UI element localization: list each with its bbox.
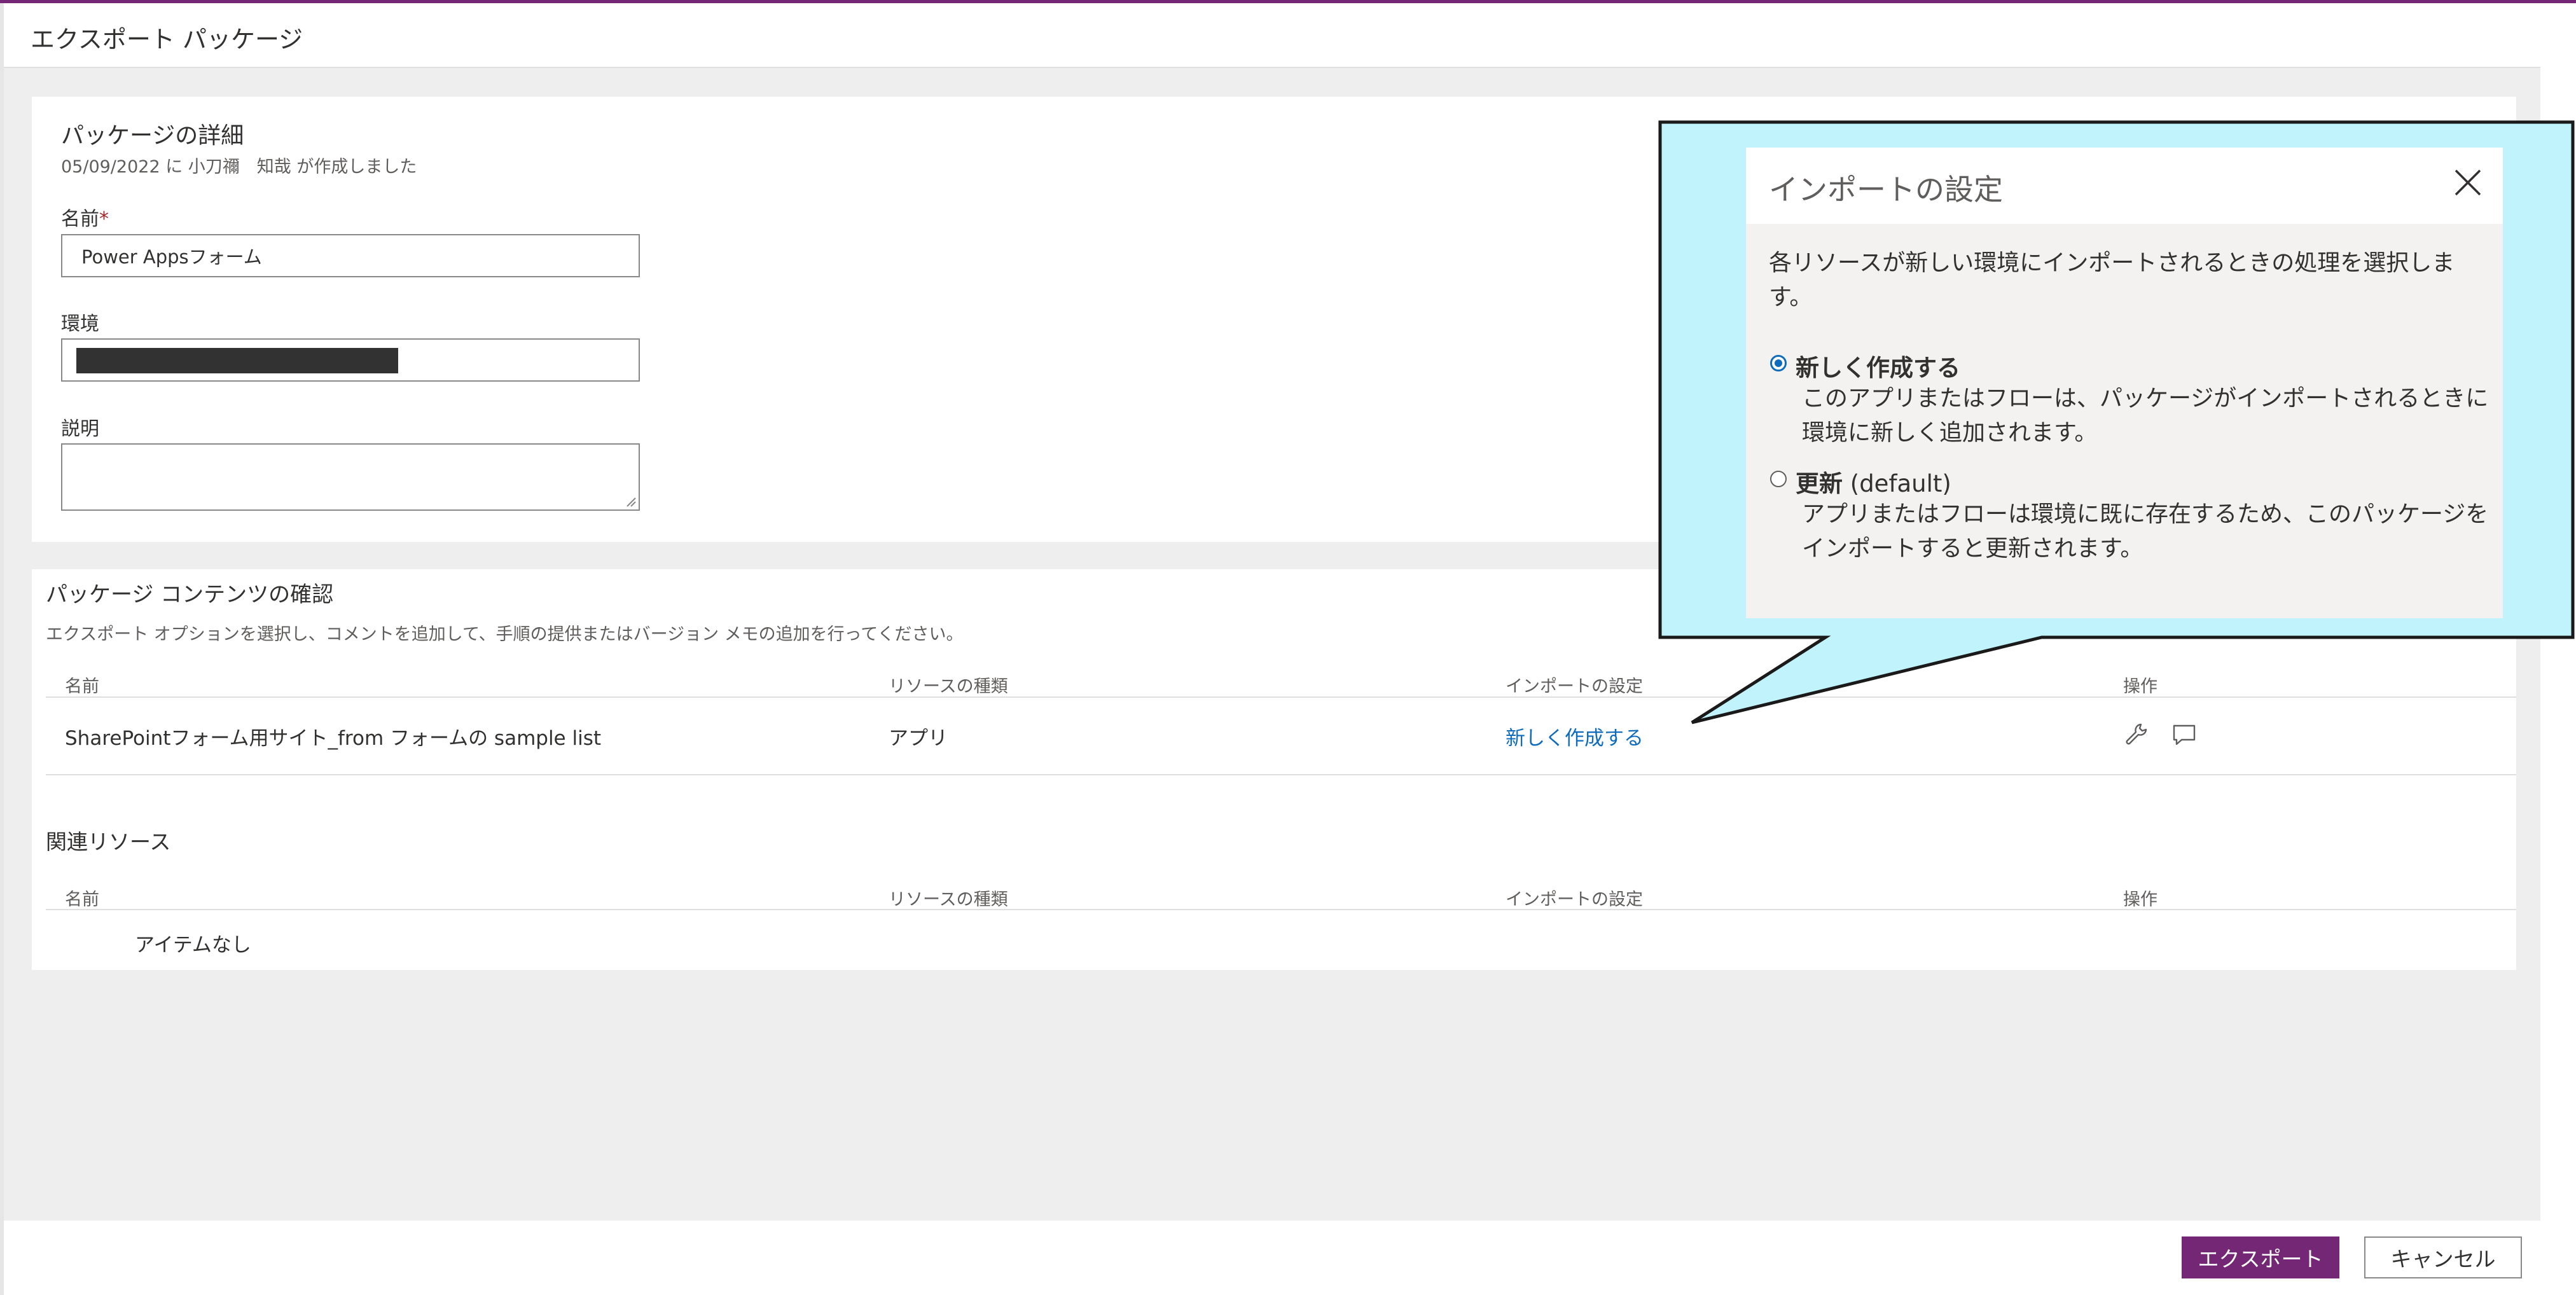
option-update-label-text: 更新: [1796, 470, 1843, 497]
export-package-page: エクスポート パッケージ パッケージの詳細 05/09/2022 に 小刀禰 知…: [0, 0, 2576, 1295]
related-col-header-name[interactable]: 名前: [65, 885, 99, 910]
row-divider: [46, 774, 2516, 775]
option-create-new-description: このアプリまたはフローは、パッケージがインポートされるときに環境に新しく追加され…: [1802, 385, 2489, 446]
import-settings-panel: インポートの設定 各リソースが新しい環境にインポートされるときの処理を選択します…: [1746, 148, 2503, 618]
radio-update[interactable]: [1770, 471, 1787, 487]
comment-icon[interactable]: [2170, 721, 2198, 749]
wrench-icon[interactable]: [2122, 721, 2150, 749]
redacted-environment-value: [76, 348, 398, 373]
table-header-divider: [46, 696, 2516, 698]
import-setting-link[interactable]: 新しく作成する: [1506, 722, 1644, 751]
resize-grip-icon[interactable]: [625, 495, 636, 507]
name-input[interactable]: Power Appsフォーム: [61, 234, 640, 277]
import-settings-title: インポートの設定: [1769, 172, 2003, 207]
option-update-label[interactable]: 更新 (default): [1796, 464, 1951, 499]
close-icon[interactable]: [2447, 162, 2489, 204]
export-button[interactable]: エクスポート: [2182, 1236, 2339, 1278]
related-col-header-actions: 操作: [2123, 890, 2157, 910]
option-update-default-suffix: (default): [1843, 470, 1951, 497]
empty-related-text: アイテムなし: [135, 934, 251, 957]
col-header-import-setting[interactable]: インポートの設定: [1506, 672, 1643, 697]
related-col-header-import-setting[interactable]: インポートの設定: [1506, 885, 1643, 910]
row-resource-type: アプリ: [889, 727, 948, 750]
name-label: 名前*: [61, 203, 109, 231]
radio-create-new[interactable]: [1770, 355, 1787, 371]
description-label: 説明: [61, 418, 99, 440]
import-settings-description: 各リソースが新しい環境にインポートされるときの処理を選択します。: [1769, 250, 2455, 310]
related-header-divider: [46, 909, 2516, 910]
environment-field[interactable]: [61, 338, 640, 382]
package-contents-card: パッケージ コンテンツの確認 エクスポート オプションを選択し、コメントを追加し…: [32, 569, 2516, 970]
name-label-text: 名前: [61, 208, 99, 230]
package-details-title: パッケージの詳細: [61, 123, 244, 149]
page-title: エクスポート パッケージ: [31, 25, 303, 53]
package-contents-subtitle: エクスポート オプションを選択し、コメントを追加して、手順の提供またはバージョン…: [46, 625, 964, 644]
required-mark: *: [99, 208, 109, 230]
environment-label: 環境: [61, 313, 99, 335]
row-name: SharePointフォーム用サイト_from フォームの sample lis…: [65, 727, 602, 750]
page-header: エクスポート パッケージ: [4, 3, 2540, 68]
option-create-new-label[interactable]: 新しく作成する: [1796, 349, 1960, 383]
name-input-value: Power Appsフォーム: [81, 246, 262, 268]
option-update-description: アプリまたはフローは環境に既に存在するため、このパッケージをインポートすると更新…: [1802, 501, 2489, 562]
related-col-header-resource-type[interactable]: リソースの種類: [889, 885, 1008, 910]
col-header-name[interactable]: 名前: [65, 672, 99, 697]
col-header-resource-type[interactable]: リソースの種類: [889, 672, 1008, 697]
import-settings-header: インポートの設定: [1746, 148, 2503, 224]
related-resources-title: 関連リソース: [46, 829, 171, 854]
col-header-actions: 操作: [2123, 677, 2157, 696]
footer-bar: エクスポート キャンセル: [4, 1221, 2576, 1295]
option-create-new-label-text: 新しく作成する: [1796, 354, 1960, 382]
description-textarea[interactable]: [61, 443, 640, 511]
created-info: 05/09/2022 に 小刀禰 知哉 が作成しました: [61, 157, 417, 177]
package-contents-title: パッケージ コンテンツの確認: [46, 582, 334, 607]
cancel-button[interactable]: キャンセル: [2364, 1236, 2522, 1278]
